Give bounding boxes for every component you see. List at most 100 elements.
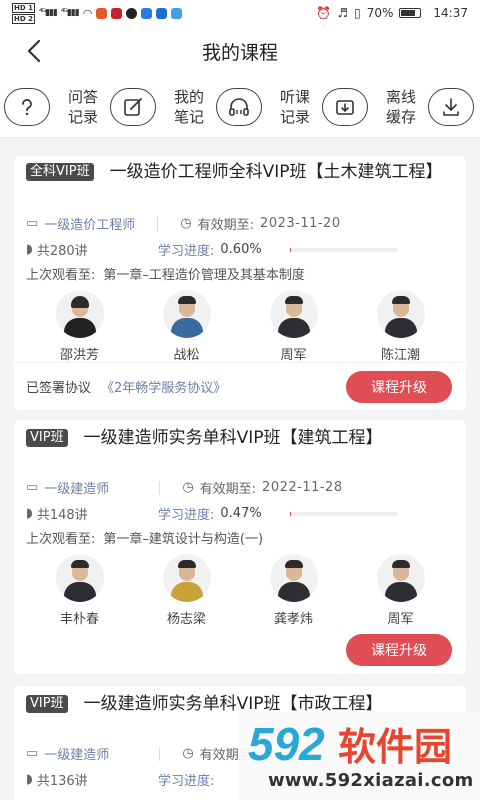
progress-bar	[289, 247, 398, 252]
course-category: ▭ 一级建造师	[26, 746, 110, 763]
quick-qa-records[interactable]: 问答 记录	[4, 76, 110, 137]
avatar	[376, 554, 425, 602]
course-meta: ▭ 一级建造师 ◷ 有效期至: 2022-11-28	[26, 478, 343, 497]
quick-label: 听课 记录	[279, 87, 310, 126]
course-card[interactable]: VIP班 一级建造师实务单科VIP班【建筑工程】 ▭ 一级建造师 ◷ 有效期至: 202…	[14, 420, 466, 674]
edit-icon	[110, 87, 156, 126]
course-tag: VIP班	[26, 695, 68, 713]
svg-text:592: 592	[248, 718, 325, 770]
watermark-url: www.592xiazai.com	[268, 770, 474, 791]
progress-bar	[289, 511, 398, 516]
course-tag: VIP班	[26, 429, 68, 447]
download-icon	[428, 87, 474, 126]
valid-date: ◷ 有效期至: 2023-11-20	[180, 216, 341, 233]
course-meta: ▭ 一级建造师 ◷ 有效期至:	[26, 744, 256, 763]
lesson-count: ◗ 共280讲	[26, 242, 88, 259]
app-notification-icon	[96, 7, 108, 19]
quick-my-notes[interactable]: 我的 笔记	[110, 76, 216, 137]
agreement: 已签署协议 《2年畅学服务协议》	[26, 381, 227, 396]
card-footer: 已签署协议 《2年畅学服务协议》 课程升级	[14, 362, 466, 410]
quick-offline-cache[interactable]: 离线 缓存	[322, 76, 428, 137]
book-icon: ▭	[26, 480, 39, 495]
avatar	[376, 290, 425, 338]
course-title: 全科VIP班 一级造价工程师全科VIP班【土木建筑工程】	[26, 160, 456, 185]
progress-label: 学习进度:	[158, 508, 215, 523]
clock-icon: ◷	[182, 480, 194, 495]
teacher[interactable]: 龚孝炜	[249, 554, 339, 627]
course-meta: ▭ 一级造价工程师 ◷ 有效期至: 2023-11-20	[26, 214, 341, 233]
avatar	[55, 290, 104, 338]
cache-icon	[322, 87, 368, 126]
lesson-count: ◗ 共136讲	[26, 772, 88, 789]
headphones-status-icon: ♬	[337, 6, 349, 20]
teacher[interactable]: 邵洪芳	[35, 290, 125, 363]
course-title: VIP班 一级建造师实务单科VIP班【建筑工程】	[26, 426, 456, 451]
status-bar: HD 1 HD 2 ⁴ᴳ▮▮▮ ⁴ᴳ▮▮▮ ◠ ⏰ ♬ ▯ 70% 14:37	[0, 0, 480, 26]
audio-icon: ◗	[26, 242, 33, 257]
quick-label: 离线 缓存	[385, 87, 416, 126]
avatar	[162, 290, 211, 338]
avatar	[269, 554, 318, 602]
last-watched[interactable]: 上次观看至: 第一章–建筑设计与构造(一)	[26, 528, 263, 547]
progress-label: 学习进度:	[158, 244, 215, 259]
teacher-list: 邵洪芳 战松 周军 陈江潮	[26, 290, 454, 363]
avatar	[269, 290, 318, 338]
svg-text:软件园: 软件园	[338, 725, 452, 769]
quick-listen-records[interactable]: 听课 记录	[216, 76, 322, 137]
teacher[interactable]: 陈江潮	[356, 290, 446, 363]
alarm-icon: ⏰	[316, 6, 332, 20]
progress-value: 0.47%	[220, 506, 262, 521]
clock-icon: ◷	[182, 746, 194, 761]
signal-icon: ⁴ᴳ▮▮▮	[38, 8, 58, 18]
lesson-count: ◗ 共148讲	[26, 506, 88, 523]
question-icon	[4, 87, 50, 126]
audio-icon: ◗	[26, 506, 33, 521]
progress-label: 学习进度:	[158, 774, 215, 789]
app-notification-icon	[156, 7, 168, 19]
teacher[interactable]: 丰朴春	[35, 554, 125, 627]
teacher[interactable]: 战松	[142, 290, 232, 363]
wifi-icon: ◠	[82, 6, 93, 20]
app-notification-icon	[111, 7, 123, 19]
nav-bar: 我的课程	[0, 26, 480, 76]
qq-icon	[126, 7, 138, 19]
course-category: ▭ 一级建造师	[26, 480, 110, 497]
quick-download[interactable]	[428, 76, 474, 137]
valid-date: ◷ 有效期至: 2022-11-28	[182, 480, 343, 497]
audio-icon: ◗	[26, 772, 33, 787]
status-left-icons: HD 1 HD 2 ⁴ᴳ▮▮▮ ⁴ᴳ▮▮▮ ◠	[12, 2, 183, 24]
course-progress: ◗ 共280讲 学习进度: 0.60%	[26, 240, 398, 259]
clock-icon: ◷	[180, 216, 192, 231]
battery-percent: 70%	[366, 6, 394, 20]
back-arrow-icon[interactable]	[22, 38, 48, 64]
book-icon: ▭	[26, 746, 39, 761]
course-category: ▭ 一级造价工程师	[26, 216, 136, 233]
quick-actions: 问答 记录 我的 笔记 听课 记录 离线 缓存	[0, 76, 480, 138]
avatar	[55, 554, 104, 602]
hd-icon: HD 1 HD 2	[12, 2, 35, 24]
app-notification-icon	[171, 7, 183, 19]
upgrade-button[interactable]: 课程升级	[346, 634, 452, 666]
course-tag: 全科VIP班	[26, 163, 94, 181]
last-watched[interactable]: 上次观看至: 第一章–工程造价管理及其基本制度	[26, 264, 305, 283]
quick-label: 我的 笔记	[173, 87, 204, 126]
divider	[159, 746, 161, 761]
upgrade-button[interactable]: 课程升级	[346, 371, 452, 403]
avatar	[162, 554, 211, 602]
app-notification-icon	[141, 7, 153, 19]
progress-value: 0.60%	[220, 242, 262, 257]
battery-icon	[399, 8, 422, 18]
page-title: 我的课程	[201, 41, 278, 64]
course-card[interactable]: 全科VIP班 一级造价工程师全科VIP班【土木建筑工程】 ▭ 一级造价工程师 ◷ 有效…	[14, 156, 466, 410]
agreement-link[interactable]: 《2年畅学服务协议》	[101, 381, 226, 396]
course-progress: ◗ 共136讲 学习进度:	[26, 770, 214, 789]
signal-2-icon: ⁴ᴳ▮▮▮	[60, 8, 80, 18]
headphones-icon	[216, 87, 262, 126]
teacher[interactable]: 周军	[249, 290, 339, 363]
vibrate-icon: ▯	[354, 6, 361, 20]
teacher[interactable]: 杨志梁	[142, 554, 232, 627]
book-icon: ▭	[26, 216, 39, 231]
course-progress: ◗ 共148讲 学习进度: 0.47%	[26, 504, 398, 523]
teacher[interactable]: 周军	[356, 554, 446, 627]
status-right: ⏰ ♬ ▯ 70% 14:37	[316, 6, 468, 20]
